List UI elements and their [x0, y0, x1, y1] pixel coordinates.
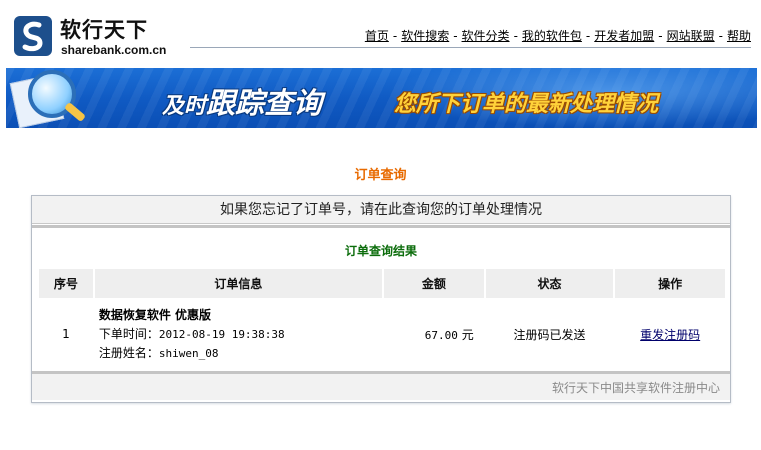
reg-name-line: 注册姓名：shiwen_08 — [99, 344, 382, 363]
nav-separator: - — [585, 29, 591, 43]
status-cell: 注册码已发送 — [513, 327, 586, 342]
reg-name-value: shiwen_08 — [158, 346, 219, 360]
panel-footer: 软行天下中国共享软件注册中心 — [32, 374, 730, 400]
tracking-banner: 及时跟踪查询 您所下订单的最新处理情况 — [6, 68, 757, 128]
nav-separator: - — [718, 29, 723, 43]
table-header-row: 序号 订单信息 金额 状态 操作 — [39, 269, 725, 298]
nav-separator: - — [658, 29, 663, 43]
logo-name-cn: 软行天下 — [60, 18, 148, 42]
result-title: 订单查询结果 — [344, 244, 417, 258]
nav-separator: - — [392, 29, 398, 43]
nav-home[interactable]: 首页 — [365, 29, 389, 43]
column-header-amount: 金额 — [383, 269, 484, 298]
top-nav: 首页 - 软件搜索 - 软件分类 - 我的软件包 - 开发者加盟 - 网站联盟 - 帮助 — [365, 27, 751, 44]
action-cell: 重发注册码 — [615, 298, 725, 370]
site-header: 软行天下 sharebank.com.cn 首页 - 软件搜索 - 软件分类 - 我的软件包… — [0, 0, 761, 62]
product-name: 数据恢复软件 优惠版 — [98, 307, 212, 322]
nav-help[interactable]: 帮助 — [727, 29, 751, 43]
column-header-action: 操作 — [615, 269, 725, 298]
nav-software-search[interactable]: 软件搜索 — [401, 29, 449, 43]
banner-slogan-small: 及时 — [162, 94, 207, 119]
column-header-order-info: 订单信息 — [94, 269, 382, 298]
footer-text: 软行天下中国共享软件注册中心 — [551, 381, 720, 395]
banner-slogan-right: 您所下订单的最新处理情况 — [394, 92, 659, 117]
nav-separator: - — [513, 29, 518, 43]
table-row: 1 数据恢复软件 优惠版 下单时间：2012-08-19 19:38:38 注册… — [39, 298, 725, 370]
amount-value: 67.00 — [424, 328, 458, 342]
site-logo[interactable]: 软行天下 sharebank.com.cn — [14, 16, 174, 60]
nav-separator: - — [453, 29, 458, 43]
nav-affiliate[interactable]: 网站联盟 — [667, 29, 715, 43]
nav-my-packages[interactable]: 我的软件包 — [522, 29, 582, 43]
column-header-status: 状态 — [485, 269, 614, 298]
order-query-panel: 如果您忘记了订单号，请在此查询您的订单处理情况 订单查询结果 序号 订单信息 金… — [31, 195, 731, 403]
order-time-label: 下单时间： — [98, 326, 159, 341]
order-time-value: 2012-08-19 19:38:38 — [158, 327, 285, 341]
nav-developer-join[interactable]: 开发者加盟 — [594, 29, 654, 43]
column-header-index: 序号 — [39, 269, 93, 298]
nav-software-categories[interactable]: 软件分类 — [462, 29, 510, 43]
query-hint: 如果您忘记了订单号，请在此查询您的订单处理情况 — [32, 196, 730, 224]
amount-currency: 元 — [461, 327, 474, 342]
nav-divider — [190, 47, 751, 48]
panel-divider — [32, 225, 730, 228]
order-results-table: 序号 订单信息 金额 状态 操作 1 数据恢复软件 优惠版 下单时间：2012-… — [37, 269, 727, 370]
banner-slogan-big: 跟踪查询 — [206, 86, 323, 120]
order-time-line: 下单时间：2012-08-19 19:38:38 — [99, 325, 382, 344]
row-index: 1 — [62, 327, 70, 341]
order-info-cell: 数据恢复软件 优惠版 下单时间：2012-08-19 19:38:38 注册姓名… — [95, 298, 382, 370]
reg-name-label: 注册姓名： — [98, 345, 159, 360]
amount-cell: 67.00 元 — [384, 298, 484, 370]
logo-mark-icon — [14, 16, 52, 56]
resend-code-link[interactable]: 重发注册码 — [640, 328, 700, 342]
page-title: 订单查询 — [354, 168, 407, 183]
logo-domain: sharebank.com.cn — [61, 43, 167, 57]
banner-slogan-left: 及时跟踪查询 — [162, 80, 322, 122]
